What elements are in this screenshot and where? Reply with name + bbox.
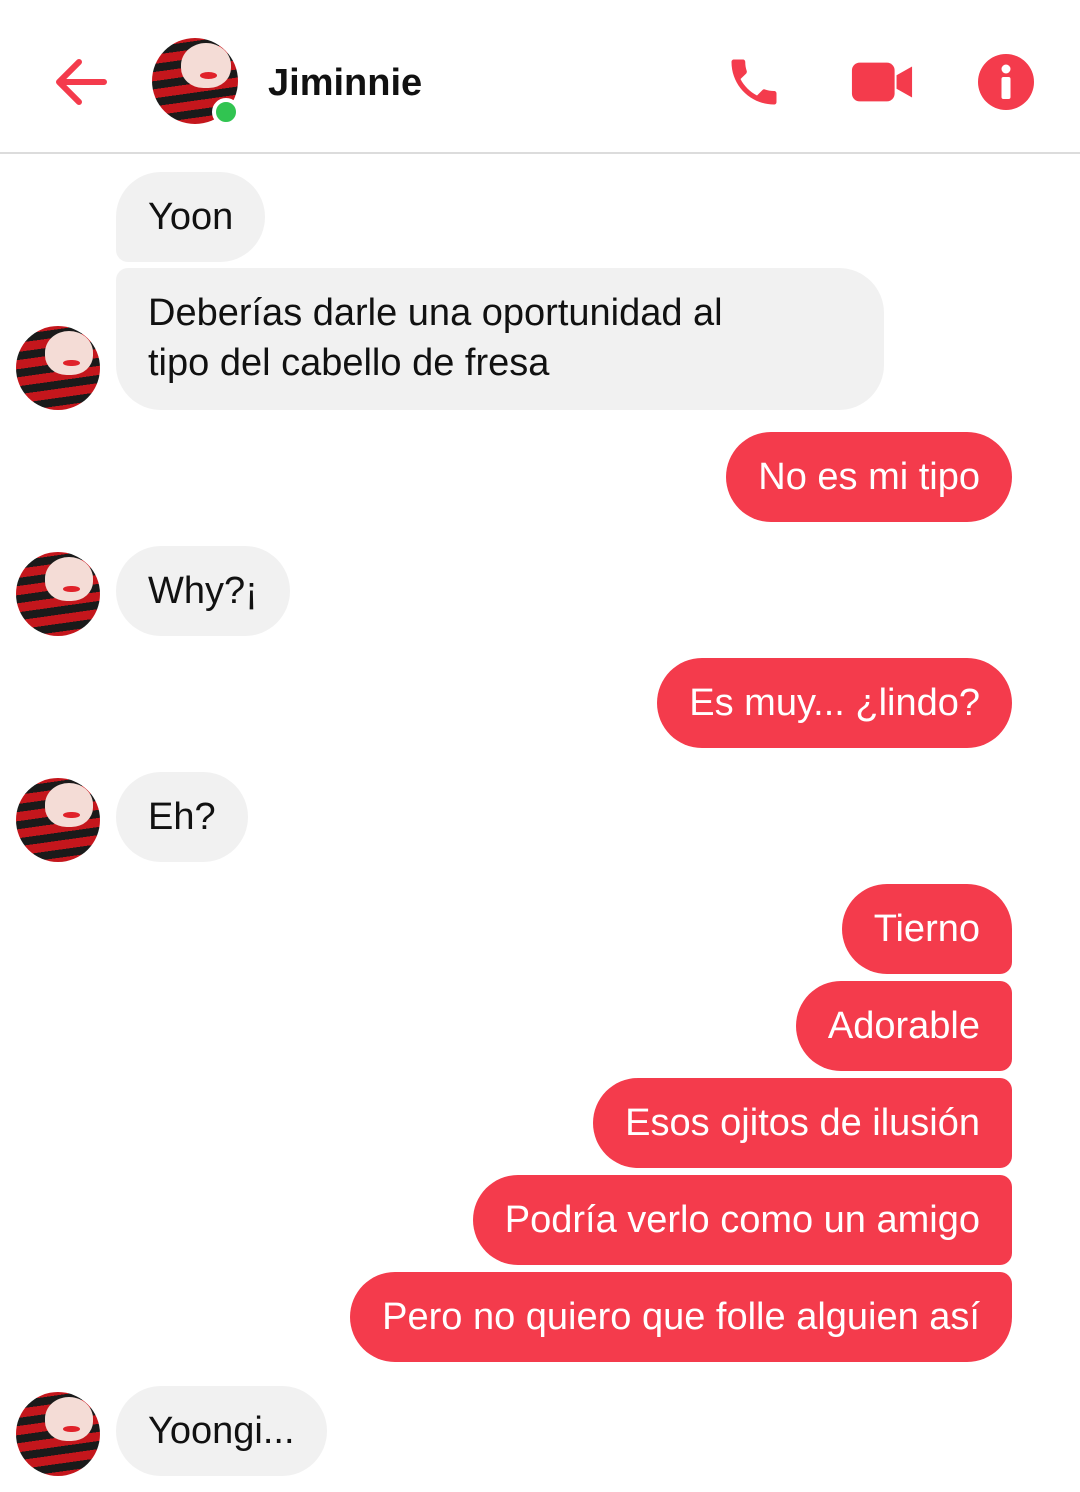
sender-avatar[interactable] — [16, 1392, 100, 1476]
message-text: Adorable — [827, 1005, 980, 1047]
call-button[interactable] — [722, 50, 786, 114]
contact-name[interactable]: Jiminnie — [268, 60, 422, 106]
message-text: Es muy... ¿lindo? — [689, 682, 980, 724]
avatar — [16, 1392, 100, 1476]
message-text: Deberías darle una oportunidad al tipo d… — [148, 292, 723, 384]
message-incoming[interactable]: Deberías darle una oportunidad al tipo d… — [116, 268, 884, 410]
back-arrow-icon — [56, 59, 107, 105]
message-incoming[interactable]: Eh? — [116, 772, 248, 862]
message-outgoing[interactable]: Adorable — [795, 981, 1012, 1071]
message-outgoing[interactable]: Podría verlo como un amigo — [472, 1175, 1012, 1265]
video-call-button[interactable] — [850, 50, 914, 114]
avatar — [16, 326, 100, 410]
info-icon — [978, 54, 1034, 110]
message-outgoing[interactable]: Tierno — [841, 884, 1012, 974]
sender-avatar[interactable] — [16, 778, 100, 862]
back-button[interactable] — [50, 52, 110, 112]
contact-avatar[interactable] — [152, 38, 240, 126]
message-outgoing[interactable]: Esos ojitos de ilusión — [593, 1078, 1012, 1168]
message-outgoing[interactable]: Pero no quiero que folle alguien así — [350, 1272, 1012, 1362]
avatar — [16, 552, 100, 636]
message-text: Yoongi... — [148, 1410, 295, 1452]
message-text: Tierno — [873, 908, 980, 950]
message-text: No es mi tipo — [758, 456, 980, 498]
chat-header: Jiminnie — [0, 0, 1080, 154]
avatar — [16, 778, 100, 862]
info-button[interactable] — [974, 50, 1038, 114]
sender-avatar[interactable] — [16, 326, 100, 410]
message-incoming[interactable]: Yoon — [116, 172, 266, 262]
video-camera-icon — [851, 62, 913, 102]
online-indicator — [212, 98, 240, 126]
message-text: Eh? — [148, 796, 216, 838]
message-text: Esos ojitos de ilusión — [625, 1102, 980, 1144]
phone-icon — [731, 59, 777, 105]
message-outgoing[interactable]: Es muy... ¿lindo? — [657, 658, 1012, 748]
sender-avatar[interactable] — [16, 552, 100, 636]
message-outgoing[interactable]: No es mi tipo — [726, 432, 1012, 522]
message-text: Yoon — [148, 196, 234, 238]
message-text: Why?¡ — [148, 570, 258, 612]
message-incoming[interactable]: Yoongi... — [116, 1386, 327, 1476]
message-text: Podría verlo como un amigo — [504, 1199, 980, 1241]
message-text: Pero no quiero que folle alguien así — [382, 1296, 980, 1338]
message-incoming[interactable]: Why?¡ — [116, 546, 290, 636]
